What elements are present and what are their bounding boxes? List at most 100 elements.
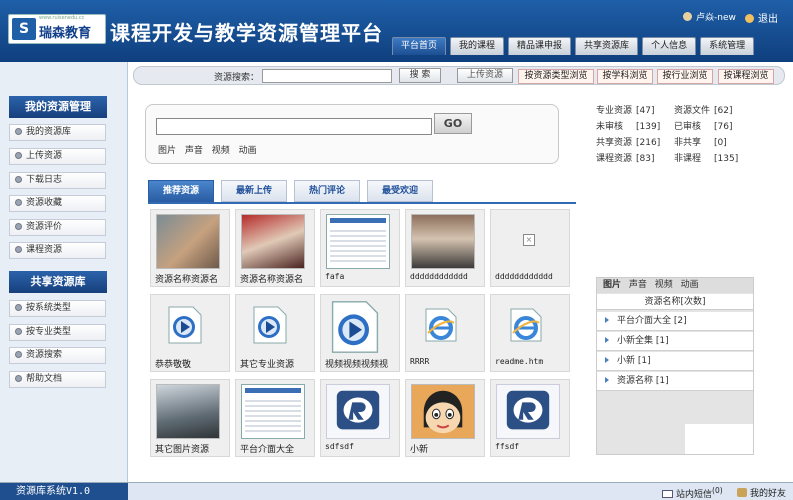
realplayer-file-icon (326, 384, 390, 439)
current-user[interactable]: 卢焱-new (683, 10, 736, 23)
nav-tab-system-admin[interactable]: 系统管理 (700, 37, 755, 55)
resource-card[interactable]: 恭恭敬敬 (150, 294, 230, 372)
resource-card[interactable]: 资源名称资源名 (235, 209, 315, 287)
resource-caption[interactable]: ffsdf (495, 442, 569, 451)
nav-tab-personal-info[interactable]: 个人信息 (642, 37, 697, 55)
resource-caption[interactable]: 小新 (410, 442, 484, 455)
resource-card[interactable]: 其它专业资源 (235, 294, 315, 372)
cat-tab-video[interactable]: 视频 (655, 280, 673, 290)
filter-audio[interactable]: 声音 (185, 146, 203, 156)
tab-latest[interactable]: 最新上传 (221, 180, 287, 202)
category-row[interactable]: 平台介面大全 [2] (597, 312, 753, 331)
sidebar-item-search[interactable]: 资源搜索 (9, 347, 106, 364)
resource-caption[interactable]: 资源名称资源名 (240, 272, 314, 285)
resource-card[interactable]: 小新 (405, 379, 485, 457)
resource-card[interactable]: 视频视频视频视 (320, 294, 400, 372)
resource-caption[interactable]: 其它图片资源 (155, 442, 229, 455)
category-row[interactable]: 小新 [1] (597, 352, 753, 371)
go-button[interactable]: GO (434, 113, 472, 134)
sidebar-item-label: 按专业类型 (26, 327, 72, 337)
stat-label: 非课程 (674, 154, 702, 164)
cat-tab-animation[interactable]: 动画 (681, 280, 699, 290)
browse-by-course-button[interactable]: 按课程浏览 (718, 69, 774, 84)
category-row[interactable]: 资源名称 [1] (597, 372, 753, 391)
resource-card[interactable]: sdfsdf (320, 379, 400, 457)
resource-caption[interactable]: 恭恭敬敬 (155, 357, 229, 370)
filter-image[interactable]: 图片 (158, 146, 176, 156)
stat-value[interactable]: [47] (636, 103, 674, 119)
stat-value[interactable]: [135] (714, 154, 738, 164)
message-count: (0) (712, 486, 723, 495)
resource-caption[interactable]: 视频视频视频视 (325, 357, 399, 370)
sidebar-item-by-system[interactable]: 按系统类型 (9, 300, 106, 317)
stat-label: 非共享 (674, 138, 702, 148)
nav-tab-my-courses[interactable]: 我的课程 (450, 37, 505, 55)
resource-caption[interactable]: sdfsdf (325, 442, 399, 451)
main-search-input[interactable] (156, 118, 432, 135)
category-row[interactable]: 小新全集 [1] (597, 332, 753, 351)
tab-recommended[interactable]: 推荐资源 (148, 180, 214, 202)
category-row-label: 小新全集 [1] (617, 336, 669, 346)
cat-tab-image[interactable]: 图片 (603, 280, 621, 290)
cat-tab-audio[interactable]: 声音 (629, 280, 647, 290)
resource-thumbnail (411, 214, 475, 269)
sidebar-item-course-resources[interactable]: 课程资源 (9, 242, 106, 259)
resource-caption[interactable]: 平台介面大全 (240, 442, 314, 455)
resource-caption[interactable]: dddddddddddd (410, 272, 484, 281)
logout-link[interactable]: 退出 (745, 10, 778, 25)
sidebar-item-by-major[interactable]: 按专业类型 (9, 324, 106, 341)
sidebar-item-download-log[interactable]: 下载日志 (9, 172, 106, 189)
filter-video[interactable]: 视频 (212, 146, 230, 156)
resource-card[interactable]: fafa (320, 209, 400, 287)
nav-tab-home[interactable]: 平台首页 (392, 37, 447, 55)
resource-caption[interactable]: readme.htm (495, 357, 569, 366)
resource-card[interactable]: 平台介面大全 (235, 379, 315, 457)
friends-link[interactable]: 我的好友 (737, 486, 786, 499)
resource-caption[interactable]: 资源名称资源名 (155, 272, 229, 285)
resource-card[interactable]: 资源名称资源名 (150, 209, 230, 287)
browse-by-subject-button[interactable]: 按学科浏览 (597, 69, 653, 84)
resource-caption[interactable]: dddddddddddd (495, 272, 569, 281)
stat-value[interactable]: [83] (636, 151, 674, 167)
tab-most-popular[interactable]: 最受欢迎 (367, 180, 433, 202)
upload-resource-button[interactable]: 上传资源 (457, 68, 513, 83)
resource-card[interactable]: readme.htm (490, 294, 570, 372)
friends-icon (737, 488, 747, 497)
resource-caption[interactable]: RRRR (410, 357, 484, 366)
filter-animation[interactable]: 动画 (239, 146, 257, 156)
stat-value[interactable]: [76] (714, 122, 732, 132)
resource-caption[interactable]: 其它专业资源 (240, 357, 314, 370)
logo-url: www.ruisenedu.cc (39, 15, 85, 21)
sidebar-item-upload[interactable]: 上传资源 (9, 148, 106, 165)
browse-by-industry-button[interactable]: 按行业浏览 (657, 69, 713, 84)
nav-tab-quality-course[interactable]: 精品课申报 (508, 37, 572, 55)
sidebar-item-favorites[interactable]: 资源收藏 (9, 195, 106, 212)
sidebar-item-reviews[interactable]: 资源评价 (9, 219, 106, 236)
header: S www.ruisenedu.cc 瑞森教育 课程开发与教学资源管理平台 卢焱… (0, 0, 793, 62)
tab-hot-comments[interactable]: 热门评论 (294, 180, 360, 202)
stat-value[interactable]: [216] (636, 135, 674, 151)
search-button[interactable]: 搜 索 (399, 68, 441, 83)
resource-card[interactable]: × dddddddddddd (490, 209, 570, 287)
stat-value[interactable]: [139] (636, 119, 674, 135)
sidebar-item-my-library[interactable]: 我的资源库 (9, 124, 106, 141)
logo: S www.ruisenedu.cc 瑞森教育 (8, 14, 106, 44)
stat-label: 已审核 (674, 122, 702, 132)
stat-value[interactable]: [0] (714, 138, 727, 148)
resource-card[interactable]: 其它图片资源 (150, 379, 230, 457)
sidebar-item-help[interactable]: 帮助文档 (9, 371, 106, 388)
resource-caption[interactable]: fafa (325, 272, 399, 281)
browse-by-type-button[interactable]: 按资源类型浏览 (518, 69, 594, 84)
resource-search-bar: 资源搜索： 搜 索 上传资源 按资源类型浏览 按学科浏览 按行业浏览 按课程浏览 (133, 66, 785, 85)
messages-label: 站内短信 (676, 490, 713, 500)
video-file-icon (252, 305, 288, 345)
resource-card[interactable]: ffsdf (490, 379, 570, 457)
stat-value[interactable]: [62] (714, 106, 732, 116)
broken-image-glyph: × (523, 234, 535, 246)
search-input[interactable] (262, 69, 392, 83)
version-label: 资源库系统V1.0 (0, 483, 128, 500)
resource-card[interactable]: RRRR (405, 294, 485, 372)
messages-link[interactable]: 站内短信(0) (662, 486, 723, 500)
resource-card[interactable]: dddddddddddd (405, 209, 485, 287)
nav-tab-shared-library[interactable]: 共享资源库 (575, 37, 639, 55)
